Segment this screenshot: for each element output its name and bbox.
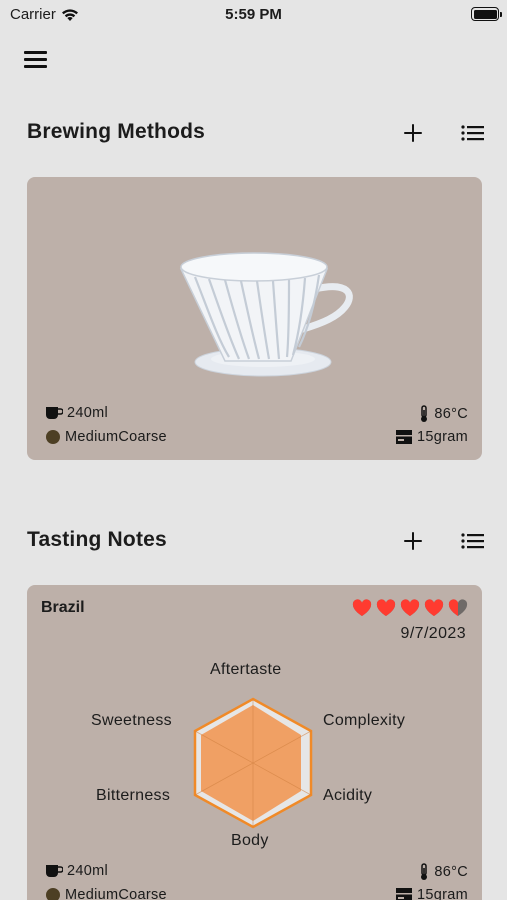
rating-hearts (352, 599, 468, 617)
cup-icon (46, 865, 63, 877)
radar-label-sweetness: Sweetness (91, 712, 172, 729)
heart-icon (400, 599, 420, 616)
coffee-weight-row: 15gram (395, 887, 468, 900)
coffee-bean-icon (46, 430, 60, 444)
status-time: 5:59 PM (225, 6, 282, 23)
brewing-method-card[interactable]: 240ml MediumCoarse 86°C 15gram (27, 177, 482, 460)
water-volume-row: 240ml (45, 863, 108, 879)
pour-over-dripper-image (179, 252, 353, 377)
flavor-radar-chart (193, 697, 313, 829)
grind-size-row: MediumCoarse (45, 887, 167, 900)
radar-label-bitterness: Bitterness (96, 787, 171, 804)
brewing-methods-title: Brewing Methods (27, 120, 206, 143)
grind-size-row: MediumCoarse (45, 429, 167, 445)
coffee-bean-icon (46, 888, 60, 900)
coffee-weight-value: 15gram (417, 429, 468, 445)
heart-icon (352, 599, 372, 616)
water-volume-row: 240ml (45, 405, 108, 421)
battery-icon (471, 7, 502, 21)
coffee-weight-value: 15gram (417, 887, 468, 900)
temperature-row: 86°C (418, 863, 468, 881)
thermometer-icon (421, 863, 428, 880)
list-icon[interactable] (459, 119, 487, 147)
water-volume-value: 240ml (67, 405, 108, 421)
coffee-weight-row: 15gram (395, 429, 468, 445)
add-tasting-note-button[interactable] (399, 527, 427, 555)
hamburger-menu-button[interactable] (24, 50, 48, 68)
tasting-note-name: Brazil (41, 599, 85, 616)
heart-icon (424, 599, 444, 616)
scale-icon (396, 888, 413, 900)
tasting-note-card[interactable]: Brazil 9/7/2023 Aftertaste Complexity Ac… (27, 585, 482, 900)
water-volume-value: 240ml (67, 863, 108, 879)
radar-label-aftertaste: Aftertaste (210, 661, 282, 678)
temperature-value: 86°C (434, 406, 468, 422)
tasting-note-date: 9/7/2023 (400, 625, 466, 642)
temperature-value: 86°C (434, 864, 468, 880)
tasting-notes-title: Tasting Notes (27, 528, 167, 551)
list-icon[interactable] (459, 527, 487, 555)
app-screen: Carrier 5:59 PM Brewing Methods 240ml Me… (0, 0, 507, 900)
thermometer-icon (421, 405, 428, 422)
radar-label-body: Body (231, 832, 269, 849)
add-brewing-method-button[interactable] (399, 119, 427, 147)
radar-label-acidity: Acidity (323, 787, 373, 804)
heart-icon (376, 599, 396, 616)
radar-label-complexity: Complexity (323, 712, 406, 729)
grind-size-value: MediumCoarse (65, 429, 167, 445)
status-bar: Carrier 5:59 PM (0, 0, 507, 28)
scale-icon (396, 430, 413, 444)
temperature-row: 86°C (418, 405, 468, 423)
grind-size-value: MediumCoarse (65, 887, 167, 900)
cup-icon (46, 407, 63, 419)
heart-icon (448, 599, 468, 616)
